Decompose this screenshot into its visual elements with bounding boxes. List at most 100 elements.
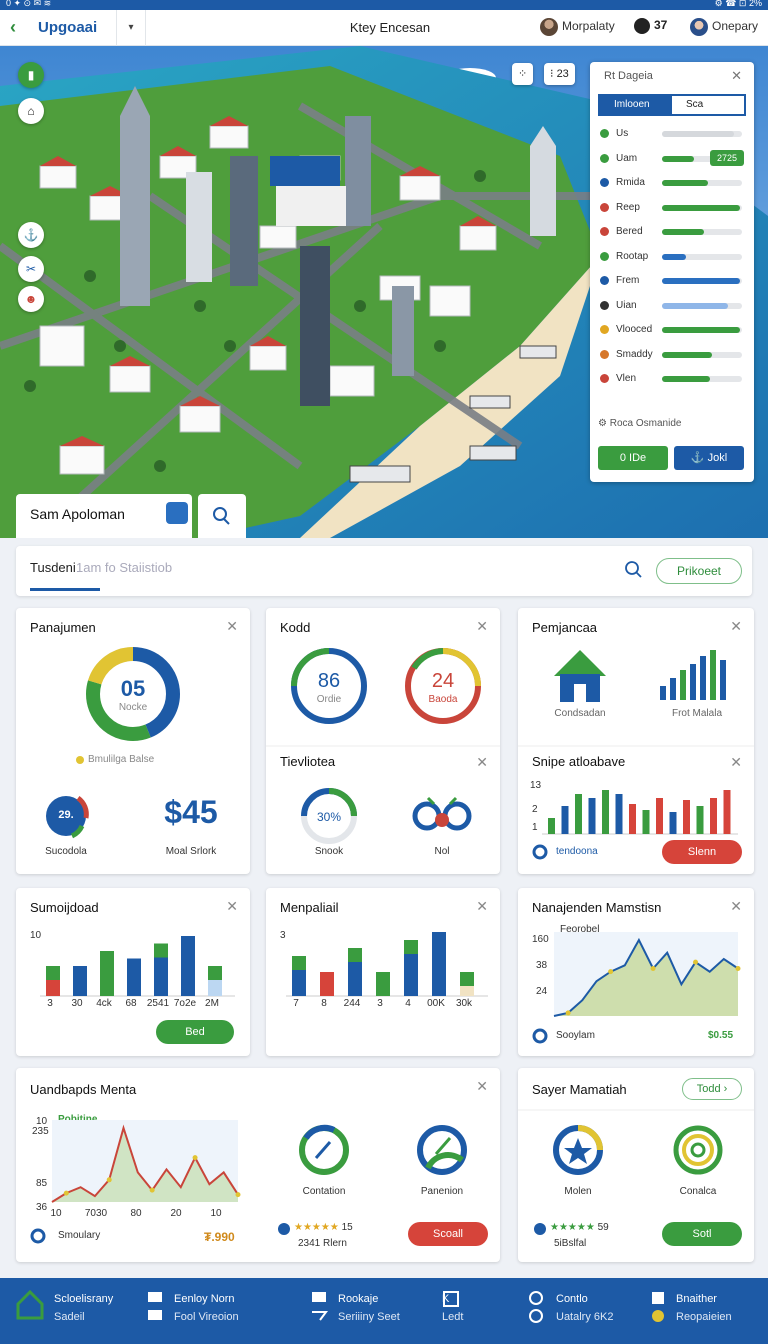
coin-icon bbox=[634, 18, 650, 34]
nav-item-label: Scloelisrany bbox=[54, 1293, 114, 1305]
card-uandbapds: Uandbapds Menta ✕ Pobitine 10 235 85 36 … bbox=[16, 1068, 500, 1262]
x-tick: 7 bbox=[293, 998, 299, 1009]
bar bbox=[629, 804, 636, 834]
y-tick: 1 bbox=[532, 822, 538, 833]
search-icon[interactable] bbox=[624, 560, 644, 585]
nav-item[interactable]: Contlo Uatalry 6K2 bbox=[556, 1290, 613, 1326]
row-progress-fill bbox=[662, 376, 710, 382]
scoall-button[interactable]: Scoall bbox=[408, 1222, 488, 1246]
sub-title: Snipe atloabave bbox=[532, 754, 626, 769]
tab-underline bbox=[30, 588, 100, 591]
row-label: Reep bbox=[616, 201, 640, 213]
bar bbox=[127, 958, 141, 996]
panel-row[interactable]: Smaddy bbox=[598, 345, 746, 365]
player-card[interactable]: Sam Apoloman bbox=[16, 494, 192, 538]
nav-item-label: Bnaither bbox=[676, 1293, 717, 1305]
badge-value: 29. bbox=[58, 809, 74, 821]
gauge1-subtitle: Ordie bbox=[316, 694, 342, 705]
coin-counter[interactable]: 37 bbox=[634, 18, 667, 34]
gauge3-value: 30% bbox=[316, 810, 342, 824]
pemjancaa-graphics bbox=[518, 650, 754, 860]
nav-item-label: K bbox=[442, 1293, 450, 1305]
row-status-icon bbox=[600, 300, 609, 310]
bars-label: Frot Malala bbox=[671, 708, 722, 719]
chevron-down-icon[interactable]: ▾ bbox=[116, 10, 146, 46]
app-title: Upgoaai bbox=[38, 19, 98, 36]
bar bbox=[669, 812, 677, 834]
sotl-button[interactable]: Sotl bbox=[662, 1222, 742, 1246]
close-icon[interactable]: ✕ bbox=[730, 754, 742, 771]
project-button[interactable]: Prikoeet bbox=[656, 558, 742, 584]
panel-row[interactable]: Bered bbox=[598, 222, 746, 242]
bar bbox=[723, 790, 731, 834]
row-progress-fill bbox=[662, 302, 728, 309]
y-tick: 13 bbox=[530, 780, 542, 791]
row-label: Uian bbox=[616, 299, 637, 311]
row-progress-bar bbox=[662, 253, 742, 260]
nav-item[interactable]: Scloelisrany Sadeil bbox=[54, 1290, 113, 1326]
x-tick: 30 bbox=[71, 998, 83, 1009]
bar bbox=[642, 810, 650, 834]
panel-row[interactable]: Rootap bbox=[598, 247, 746, 267]
panel-row[interactable]: Rmida bbox=[598, 173, 746, 193]
close-icon[interactable]: ✕ bbox=[731, 68, 742, 84]
user-profile[interactable]: Morpalaty bbox=[540, 18, 615, 36]
row-label: Frem bbox=[616, 275, 640, 286]
bar bbox=[588, 798, 596, 834]
nav-item[interactable]: K Ledt bbox=[442, 1290, 463, 1326]
tools-icon[interactable]: ✂ bbox=[18, 256, 44, 282]
search-button[interactable] bbox=[198, 494, 246, 538]
badge-label: Sucodola bbox=[45, 846, 87, 857]
bar bbox=[696, 806, 704, 834]
grid-view-button[interactable]: ⁘ bbox=[512, 63, 534, 85]
company-profile[interactable]: Onepary bbox=[690, 18, 758, 36]
x-tick: 3 bbox=[47, 998, 53, 1009]
bar-segment bbox=[292, 956, 306, 970]
rating-subtitle: 2341 Rlern bbox=[298, 1238, 347, 1249]
nav-item-sublabel: Ledt bbox=[442, 1311, 464, 1323]
building-icon[interactable]: ⌂ bbox=[18, 98, 44, 124]
panel-row[interactable]: Frem bbox=[598, 271, 746, 291]
top-bar: ‹ Upgoaai ▾ Ktey Encesan Morpalaty 37 On… bbox=[0, 10, 768, 46]
x-tick: 244 bbox=[343, 998, 361, 1009]
back-button[interactable]: ‹ bbox=[10, 17, 16, 38]
row-label: Rmida bbox=[616, 177, 645, 188]
slenn-button[interactable]: Slenn bbox=[662, 840, 742, 864]
panel-tabs: Imlooen Sca bbox=[598, 94, 746, 116]
bar-segment bbox=[154, 943, 168, 958]
panel-left-button[interactable]: 0 IDe bbox=[598, 446, 668, 470]
price-label: Moal Srlork bbox=[165, 846, 217, 857]
close-icon[interactable]: ✕ bbox=[476, 754, 488, 771]
anchor-icon[interactable]: ⚓ bbox=[18, 222, 44, 248]
company-avatar bbox=[690, 18, 708, 36]
panel-row[interactable]: Us bbox=[598, 124, 746, 144]
gauge2-value: 24 bbox=[431, 670, 455, 692]
bed-button[interactable]: Bed bbox=[156, 1020, 234, 1044]
tab-tusdeni[interactable]: Tusdeni bbox=[30, 560, 76, 575]
card-pemjancaa: Pemjancaa ✕ Condsadan Frot Malala Snipe … bbox=[518, 608, 754, 874]
bar bbox=[548, 818, 555, 834]
search-input[interactable]: 1am fo Staiistiob bbox=[76, 560, 172, 575]
nav-item-sublabel: Fool Vireoion bbox=[174, 1311, 239, 1323]
zoom-level: 23 bbox=[556, 68, 569, 80]
player-badge-icon[interactable] bbox=[166, 502, 188, 524]
panel-row[interactable]: Uam 2725 bbox=[598, 149, 746, 169]
nav-item[interactable]: Bnaither Reopaieien bbox=[676, 1290, 732, 1326]
bar-segment bbox=[46, 966, 60, 980]
nav-item[interactable]: Eenloy Norn Fool Vireoion bbox=[174, 1290, 239, 1326]
panel-row[interactable]: Uian bbox=[598, 296, 746, 316]
row-label: Vlen bbox=[616, 373, 637, 384]
nav-item[interactable]: Rookaje Seriiiny Seet bbox=[338, 1290, 400, 1326]
tab-imlooen[interactable]: Imlooen bbox=[600, 96, 672, 114]
map-layer-button[interactable]: ▮ bbox=[18, 62, 44, 88]
zoom-level-button[interactable]: ⁝ 23 bbox=[544, 63, 575, 85]
panel-row[interactable]: Vlooced bbox=[598, 320, 746, 340]
tab-sca[interactable]: Sca bbox=[672, 96, 744, 114]
people-icon[interactable]: ☻ bbox=[18, 286, 44, 312]
row-progress-bar bbox=[662, 229, 742, 235]
panel-right-button[interactable]: ⚓ Jokl bbox=[674, 446, 744, 470]
panel-row[interactable]: Vlen bbox=[598, 369, 746, 389]
row-progress-fill bbox=[662, 278, 741, 284]
icon1-label: Contation bbox=[302, 1186, 346, 1197]
panel-row[interactable]: Reep bbox=[598, 198, 746, 218]
